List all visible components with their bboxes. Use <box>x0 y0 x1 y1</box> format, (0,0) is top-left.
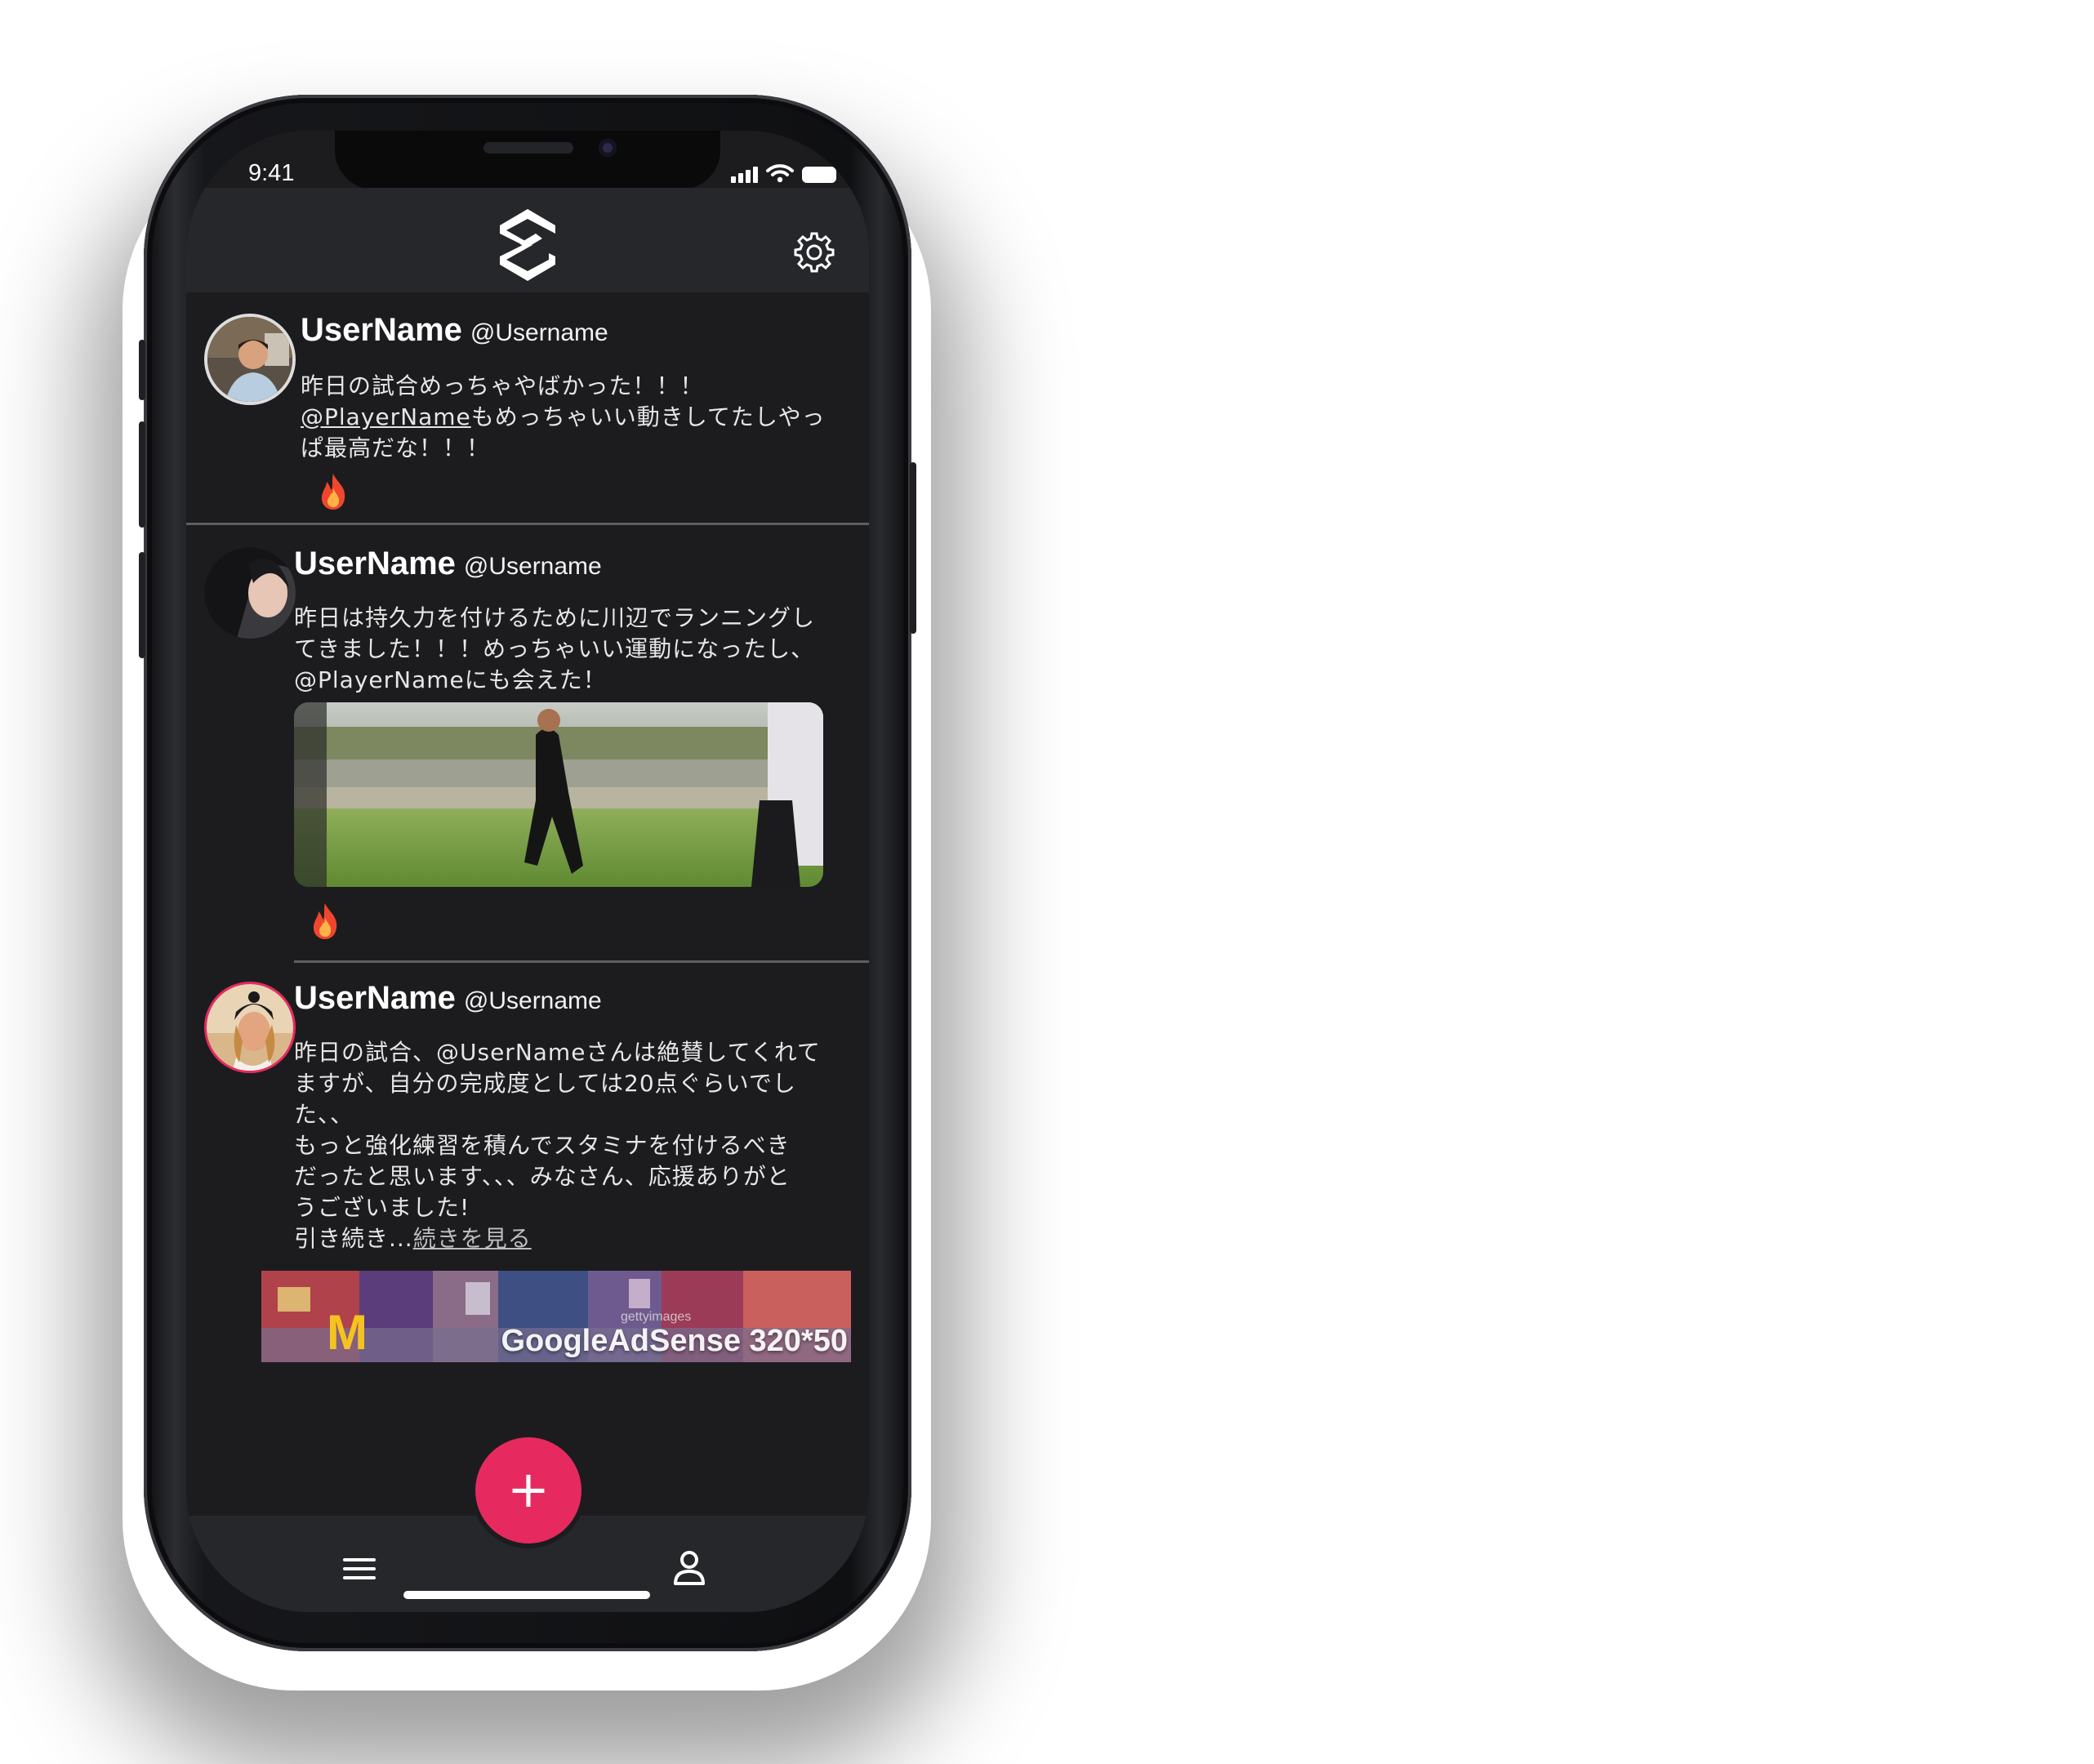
post-divider <box>294 960 869 963</box>
speaker <box>483 142 573 154</box>
mute-switch <box>139 340 145 400</box>
wifi-icon <box>766 164 794 183</box>
menu-icon[interactable] <box>343 1558 376 1583</box>
user-handle: @Username <box>463 553 602 580</box>
ad-banner[interactable]: M gettyimages GoogleAdSense 320*50 <box>261 1271 851 1362</box>
phone-screen: 9:41 UserName @Username 昨日の試合めっちゃやばかった！！… <box>186 131 869 1612</box>
status-time: 9:41 <box>248 160 295 186</box>
post-text-body: 昨日の試合、@UserNameさんは絶賛してくれて ますが、自分の完成度としては… <box>294 1039 821 1252</box>
svg-text:M: M <box>327 1305 368 1360</box>
power-button <box>910 462 916 634</box>
post-divider <box>186 523 869 525</box>
app-header <box>186 188 869 292</box>
home-indicator[interactable] <box>403 1591 650 1599</box>
status-icons <box>731 163 836 183</box>
display-name: UserName <box>294 980 456 1016</box>
display-name: UserName <box>301 312 462 348</box>
signal-icon <box>731 167 758 183</box>
post-text: 昨日の試合、@UserNameさんは絶賛してくれて ますが、自分の完成度としては… <box>294 1037 849 1254</box>
post-author[interactable]: UserName @Username <box>294 546 602 582</box>
front-camera <box>599 139 617 157</box>
ad-label: GoogleAdSense 320*50 <box>501 1324 848 1358</box>
user-handle: @Username <box>470 319 608 346</box>
post-photo[interactable] <box>294 702 823 887</box>
fire-icon[interactable] <box>309 902 341 941</box>
notch <box>335 131 720 189</box>
post-text: 昨日の試合めっちゃやばかった！！！ @PlayerNameもめっちゃいい動きして… <box>301 371 831 464</box>
profile-icon[interactable] <box>673 1550 706 1586</box>
add-post-button[interactable]: + <box>475 1437 581 1544</box>
post-text: 昨日は持久力を付けるために川辺でランニングし てきました！！！めっちゃいい運動に… <box>294 604 816 693</box>
battery-icon <box>802 167 836 183</box>
volume-up-button <box>139 421 145 528</box>
post-text-line: 昨日の試合めっちゃやばかった！！！ <box>301 372 704 399</box>
gear-icon[interactable] <box>792 230 836 274</box>
ad-watermark: gettyimages <box>621 1310 692 1324</box>
post-author[interactable]: UserName @Username <box>301 312 608 349</box>
display-name: UserName <box>294 546 456 581</box>
fire-icon[interactable] <box>317 472 350 511</box>
post-author[interactable]: UserName @Username <box>294 980 602 1017</box>
user-handle: @Username <box>463 987 602 1014</box>
read-more-link[interactable]: 続きを見る <box>413 1225 532 1252</box>
mention-link[interactable]: @PlayerName <box>301 403 471 430</box>
app-logo-icon[interactable] <box>495 206 560 284</box>
avatar[interactable] <box>204 982 296 1073</box>
avatar[interactable] <box>204 547 296 639</box>
avatar[interactable] <box>204 314 296 405</box>
volume-down-button <box>139 552 145 658</box>
